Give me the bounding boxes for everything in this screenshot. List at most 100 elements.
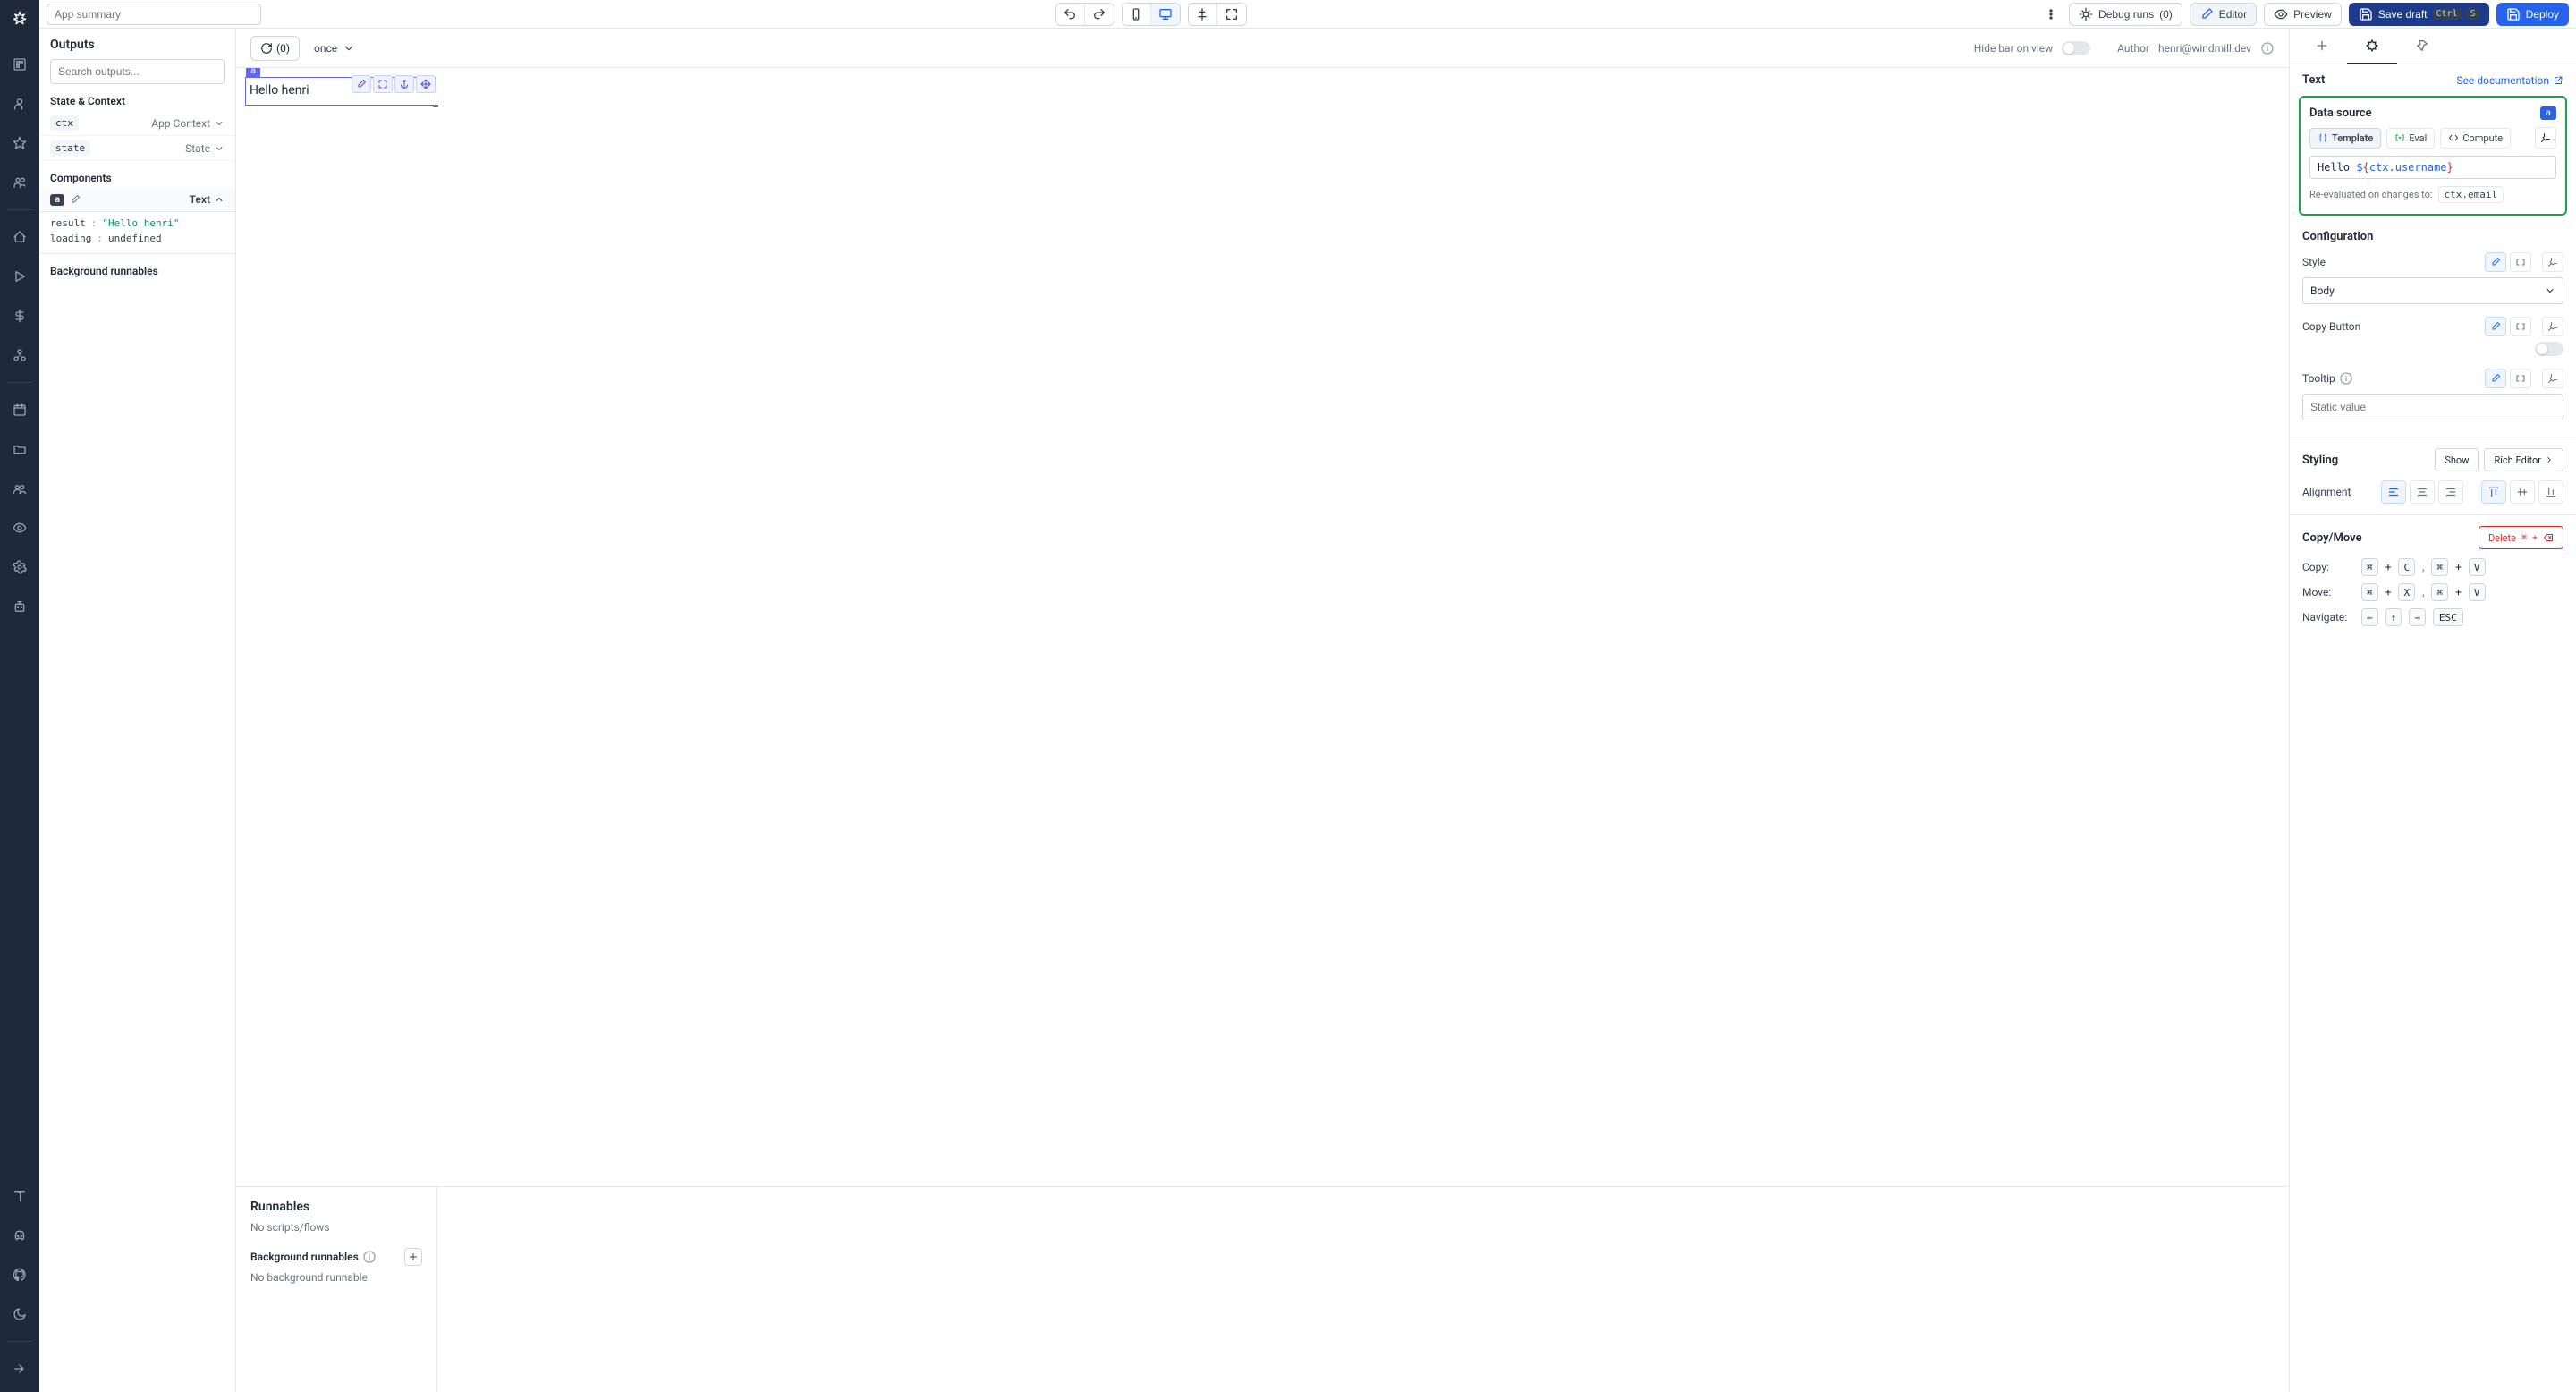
recompute-mode-dropdown[interactable]: once <box>307 36 362 61</box>
desktop-viewport-button[interactable] <box>1151 4 1180 25</box>
sel-expand-button[interactable] <box>373 75 393 93</box>
mobile-viewport-button[interactable] <box>1123 4 1151 25</box>
preview-button[interactable]: Preview <box>2264 3 2342 26</box>
copybutton-edit-button[interactable] <box>2485 317 2506 336</box>
windmill-logo-icon[interactable] <box>7 5 32 30</box>
selected-text-component[interactable]: a Hello henri <box>245 77 436 106</box>
more-menu-button[interactable] <box>2040 4 2062 25</box>
connect-button[interactable] <box>2535 127 2556 149</box>
nav-home-icon[interactable] <box>4 221 36 253</box>
style-eval-button[interactable] <box>2510 252 2531 272</box>
info-icon[interactable] <box>362 1250 377 1264</box>
editor-button[interactable]: Editor <box>2190 3 2257 26</box>
move-shortcut-label: Move: <box>2302 586 2354 598</box>
sel-anchor-button[interactable] <box>394 75 414 93</box>
nav-variables-icon[interactable] <box>4 300 36 332</box>
sel-move-button[interactable] <box>416 75 436 93</box>
tooltip-edit-button[interactable] <box>2485 369 2506 388</box>
data-source-comp-id: a <box>2540 106 2556 120</box>
rich-editor-button[interactable]: Rich Editor <box>2484 448 2563 471</box>
css-tab[interactable] <box>2397 29 2447 64</box>
mode-compute-button[interactable]: Compute <box>2440 128 2511 149</box>
undo-button[interactable] <box>1056 4 1085 25</box>
copybutton-connect-button[interactable] <box>2542 317 2563 336</box>
align-center-button[interactable] <box>2410 480 2435 504</box>
nav-workspace-icon[interactable] <box>4 48 36 81</box>
ctx-row[interactable]: ctx App Context <box>39 111 235 136</box>
nav-folders-icon[interactable] <box>4 433 36 465</box>
refresh-button[interactable]: (0) <box>250 36 300 61</box>
save-draft-button[interactable]: Save draft Ctrl S <box>2349 3 2489 26</box>
tooltip-input[interactable] <box>2302 394 2563 420</box>
once-label: once <box>314 42 337 55</box>
nav-theme-icon[interactable] <box>4 1298 36 1330</box>
sel-edit-button[interactable] <box>352 75 371 93</box>
nav-github-icon[interactable] <box>4 1259 36 1291</box>
nav-settings-icon[interactable] <box>4 551 36 583</box>
style-label: Style <box>2302 256 2326 268</box>
background-runnables-label: Background runnables <box>39 261 235 281</box>
deploy-button[interactable]: Deploy <box>2496 3 2569 26</box>
tooltip-connect-button[interactable] <box>2542 369 2563 388</box>
component-a-type: Text <box>190 193 210 206</box>
info-icon[interactable] <box>2260 41 2275 55</box>
save-draft-kbd-ctrl: Ctrl <box>2433 8 2462 20</box>
alignment-label: Alignment <box>2302 486 2351 498</box>
align-left-button[interactable] <box>2381 480 2406 504</box>
data-source-expression-input[interactable]: Hello ${ctx.username} <box>2309 156 2556 179</box>
nav-resources-icon[interactable] <box>4 339 36 371</box>
align-top-button[interactable] <box>2481 480 2506 504</box>
show-button[interactable]: Show <box>2435 448 2479 471</box>
runnables-editor <box>437 1187 2289 1392</box>
mode-template-button[interactable]: Template <box>2309 128 2381 149</box>
reeval-dependency: ctx.email <box>2438 186 2504 203</box>
align-button[interactable] <box>1189 4 1217 25</box>
align-bottom-button[interactable] <box>2538 480 2563 504</box>
nav-star-icon[interactable] <box>4 127 36 159</box>
nav-groups-icon[interactable] <box>4 472 36 505</box>
add-bg-runnable-button[interactable] <box>404 1248 422 1266</box>
nav-bot-icon[interactable] <box>4 590 36 623</box>
add-component-tab[interactable] <box>2297 29 2347 64</box>
save-draft-kbd-s: S <box>2467 8 2479 20</box>
copybutton-eval-button[interactable] <box>2510 317 2531 336</box>
redo-button[interactable] <box>1085 4 1114 25</box>
nav-user-icon[interactable] <box>4 88 36 120</box>
debug-runs-button[interactable]: Debug runs (0) <box>2069 3 2182 26</box>
chevron-right-icon <box>2545 455 2554 464</box>
nav-runs-icon[interactable] <box>4 260 36 293</box>
chevron-down-icon <box>2545 285 2555 296</box>
style-connect-button[interactable] <box>2542 252 2563 272</box>
delete-button[interactable]: Delete ⌘ + <box>2479 526 2563 549</box>
nav-team-icon[interactable] <box>4 166 36 199</box>
component-a-header[interactable]: a Text <box>39 188 235 212</box>
outputs-search-input[interactable] <box>50 59 225 84</box>
mode-eval-button[interactable]: Eval <box>2386 128 2435 149</box>
component-settings-tab[interactable] <box>2347 29 2397 64</box>
info-icon[interactable] <box>2339 371 2353 386</box>
layout-tools-group <box>1188 3 1247 26</box>
chevron-down-icon <box>343 42 355 55</box>
align-middle-button[interactable] <box>2510 480 2535 504</box>
state-row[interactable]: state State <box>39 136 235 161</box>
align-right-button[interactable] <box>2438 480 2463 504</box>
state-type: State <box>185 142 210 155</box>
nav-schedules-icon[interactable] <box>4 394 36 426</box>
fullscreen-button[interactable] <box>1217 4 1246 25</box>
style-select[interactable]: Body <box>2302 277 2563 304</box>
edit-icon[interactable] <box>70 194 80 205</box>
app-canvas[interactable]: a Hello henri <box>236 68 2289 1186</box>
app-summary-input[interactable] <box>47 4 261 25</box>
copy-button-toggle[interactable] <box>2535 342 2563 356</box>
nav-collapse-icon[interactable] <box>4 1353 36 1385</box>
nav-discord-icon[interactable] <box>4 1219 36 1252</box>
nav-docs-icon[interactable] <box>4 1180 36 1212</box>
nav-audit-icon[interactable] <box>4 512 36 544</box>
style-edit-button[interactable] <box>2485 252 2506 272</box>
hide-bar-toggle[interactable] <box>2062 41 2090 55</box>
resize-handle[interactable] <box>431 100 438 107</box>
configuration-title: Configuration <box>2302 230 2563 243</box>
tooltip-eval-button[interactable] <box>2510 369 2531 388</box>
see-documentation-link[interactable]: See documentation <box>2456 74 2563 87</box>
prop-result-key: result <box>50 217 86 229</box>
